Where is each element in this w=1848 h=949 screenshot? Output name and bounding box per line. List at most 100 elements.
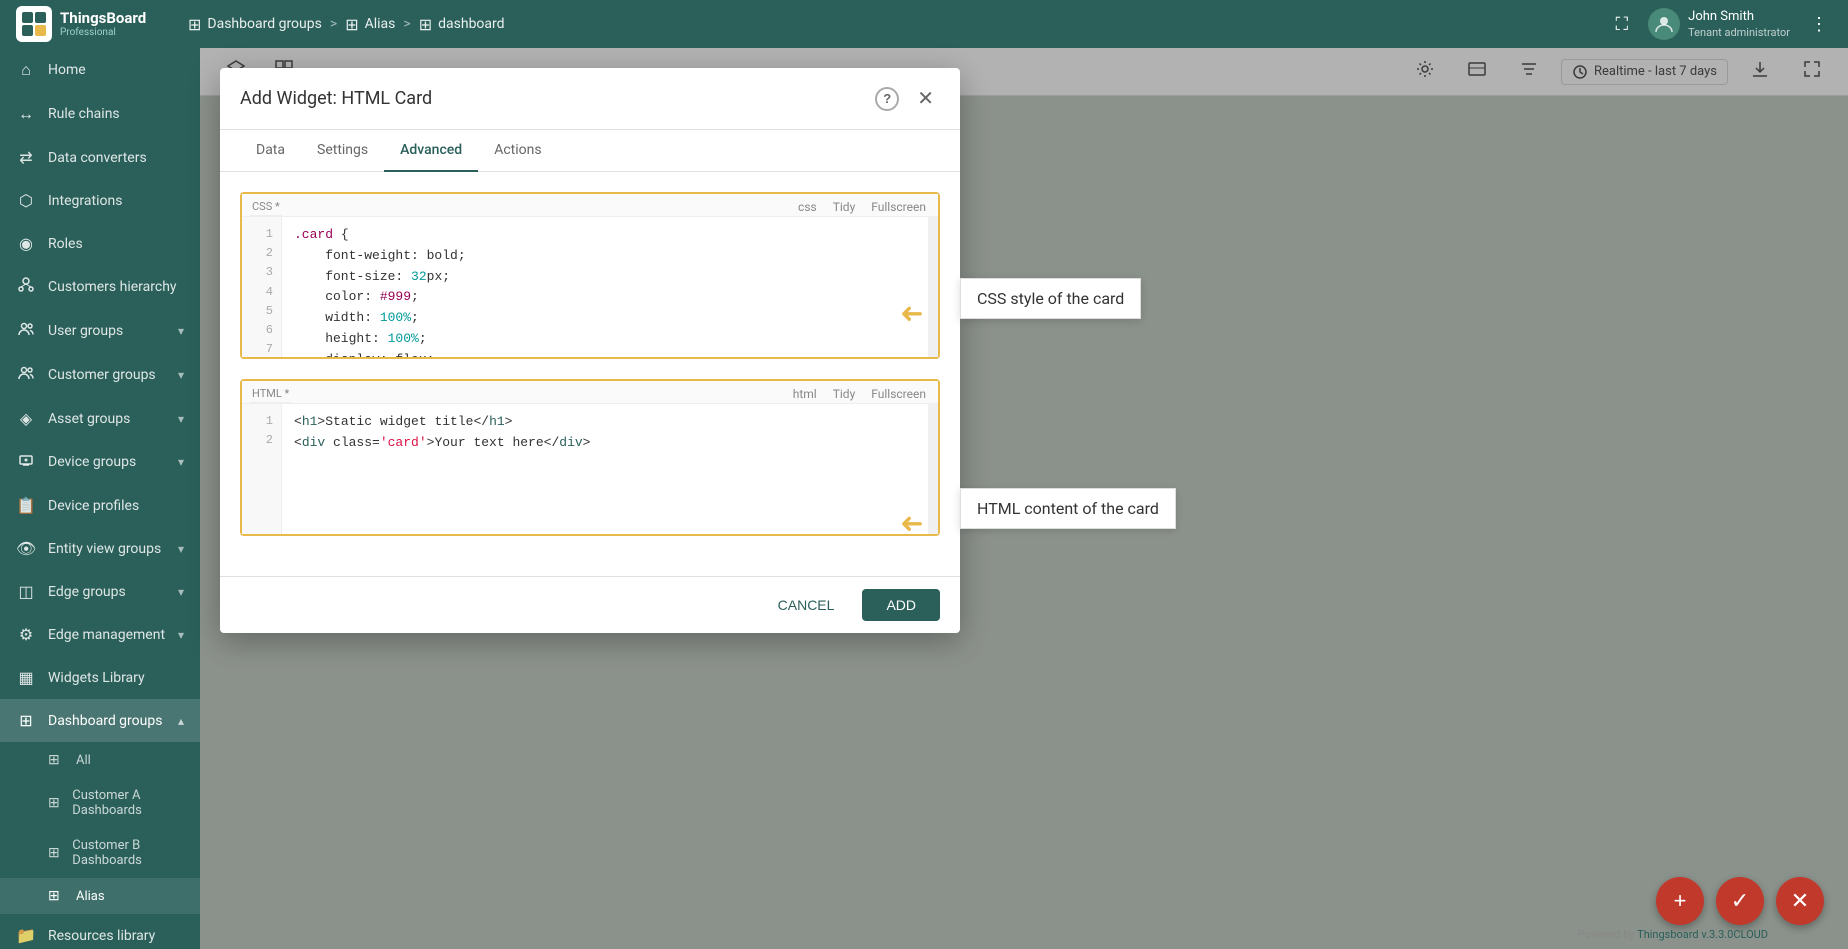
- sidebar-item-entity-view-groups[interactable]: 👁 Entity view groups ▾: [0, 527, 200, 570]
- user-name: John Smith: [1688, 9, 1790, 26]
- sidebar-label-data-converters: Data converters: [48, 150, 184, 166]
- sidebar-item-roles[interactable]: ◉ Roles: [0, 222, 200, 265]
- device-groups-icon: [16, 452, 36, 472]
- modal-body: CSS * css Tidy Fullscreen 12345 6789 .ca…: [220, 172, 960, 576]
- sidebar-sub-item-all[interactable]: ⊞ All: [0, 742, 200, 778]
- css-code-area[interactable]: 12345 6789 .card { font-weight: bold; fo…: [242, 217, 938, 357]
- tab-data[interactable]: Data: [240, 130, 301, 172]
- asset-groups-arrow: ▾: [178, 412, 184, 426]
- sidebar-item-asset-groups[interactable]: ◈ Asset groups ▾: [0, 397, 200, 440]
- nav-right: ⛶ John Smith Tenant administrator ⋮: [1612, 8, 1832, 40]
- resources-library-icon: 📁: [16, 926, 36, 945]
- sidebar-item-home[interactable]: ⌂ Home: [0, 48, 200, 92]
- breadcrumb-dashboard-label: dashboard: [438, 16, 504, 32]
- sidebar-item-device-profiles[interactable]: 📋 Device profiles: [0, 484, 200, 527]
- sidebar-item-customer-groups[interactable]: Customer groups ▾: [0, 353, 200, 397]
- tab-advanced[interactable]: Advanced: [384, 130, 478, 172]
- add-button[interactable]: Add: [862, 589, 940, 621]
- tab-actions[interactable]: Actions: [478, 130, 557, 172]
- powered-by-text: Powered by: [1578, 928, 1635, 941]
- breadcrumb-label: Dashboard groups: [207, 16, 321, 32]
- powered-by: Powered by Thingsboard v.3.3.0CLOUD: [1578, 928, 1768, 941]
- sidebar-item-user-groups[interactable]: User groups ▾: [0, 309, 200, 353]
- css-scrollbar[interactable]: [928, 217, 938, 357]
- breadcrumb-item-alias[interactable]: ⊞ Alias: [345, 15, 395, 34]
- modal-header: Add Widget: HTML Card ? ✕: [220, 68, 960, 130]
- user-details: John Smith Tenant administrator: [1688, 9, 1790, 39]
- css-fullscreen-btn[interactable]: Fullscreen: [867, 198, 930, 216]
- breadcrumb-item-dashboard-groups[interactable]: ⊞ Dashboard groups: [188, 15, 322, 34]
- sidebar-label-customers-hierarchy: Customers hierarchy: [48, 279, 184, 295]
- all-icon: ⊞: [48, 752, 66, 768]
- sidebar-label-user-groups: User groups: [48, 323, 166, 339]
- sidebar-item-resources-library[interactable]: 📁 Resources library: [0, 914, 200, 949]
- customer-b-icon: ⊞: [48, 845, 62, 861]
- css-line-numbers: 12345 6789: [242, 217, 282, 357]
- html-btn[interactable]: html: [789, 385, 821, 403]
- cancel-button[interactable]: Cancel: [762, 589, 851, 621]
- modal-overlay: Add Widget: HTML Card ? ✕ Data Settings …: [200, 48, 1848, 949]
- css-editor-section: CSS * css Tidy Fullscreen 12345 6789 .ca…: [240, 192, 940, 359]
- modal-close-btn[interactable]: ✕: [911, 84, 940, 113]
- sidebar-sub-item-customer-a[interactable]: ⊞ Customer A Dashboards: [0, 778, 200, 828]
- sidebar-label-customer-groups: Customer groups: [48, 367, 166, 383]
- alias-icon: ⊞: [345, 15, 358, 34]
- device-groups-arrow: ▾: [178, 455, 184, 469]
- sidebar-label-dashboard-groups: Dashboard groups: [48, 713, 166, 729]
- widgets-library-icon: ▦: [16, 668, 36, 687]
- sidebar-sub-label-alias: Alias: [76, 889, 105, 904]
- powered-by-link[interactable]: Thingsboard v.3.3.0CLOUD: [1637, 928, 1768, 941]
- sidebar-item-integrations[interactable]: ⬡ Integrations: [0, 179, 200, 222]
- sidebar-sub-label-all: All: [76, 753, 91, 768]
- sidebar-item-dashboard-groups[interactable]: ⊞ Dashboard groups ▴: [0, 699, 200, 742]
- fab-add-btn[interactable]: +: [1656, 877, 1704, 925]
- breadcrumb-sep-2: >: [403, 16, 410, 32]
- logo[interactable]: ThingsBoard Professional: [16, 6, 176, 42]
- css-btn[interactable]: css: [794, 198, 821, 216]
- edge-management-icon: ⚙: [16, 625, 36, 644]
- sidebar-item-widgets-library[interactable]: ▦ Widgets Library: [0, 656, 200, 699]
- more-menu-btn[interactable]: ⋮: [1806, 10, 1832, 39]
- dashboard-icon: ⊞: [419, 15, 432, 34]
- customers-hierarchy-icon: [16, 277, 36, 297]
- breadcrumb-alias-label: Alias: [365, 16, 396, 32]
- html-code-content: <h1>Static widget title</h1> <div class=…: [282, 404, 928, 534]
- html-code-area[interactable]: 12 <h1>Static widget title</h1> <div cla…: [242, 404, 938, 534]
- sidebar-item-rule-chains[interactable]: ↔ Rule chains: [0, 92, 200, 136]
- css-tidy-btn[interactable]: Tidy: [829, 198, 860, 216]
- sidebar-label-edge-groups: Edge groups: [48, 584, 166, 600]
- fab-close-btn[interactable]: ✕: [1776, 877, 1824, 925]
- sidebar-item-edge-management[interactable]: ⚙ Edge management ▾: [0, 613, 200, 656]
- breadcrumb: ⊞ Dashboard groups > ⊞ Alias > ⊞ dashboa…: [188, 15, 1600, 34]
- dashboard-groups-arrow: ▴: [178, 714, 184, 728]
- roles-icon: ◉: [16, 234, 36, 253]
- html-line-numbers: 12: [242, 404, 282, 534]
- add-widget-modal: Add Widget: HTML Card ? ✕ Data Settings …: [220, 68, 960, 633]
- fab-container: + ✓ ✕: [1656, 877, 1824, 925]
- breadcrumb-item-dashboard[interactable]: ⊞ dashboard: [419, 15, 505, 34]
- sidebar-item-edge-groups[interactable]: ◫ Edge groups ▾: [0, 570, 200, 613]
- breadcrumb-sep-1: >: [330, 16, 337, 32]
- fab-check-btn[interactable]: ✓: [1716, 877, 1764, 925]
- sidebar-label-entity-view-groups: Entity view groups: [48, 541, 166, 557]
- html-scrollbar[interactable]: [928, 404, 938, 534]
- fullscreen-btn[interactable]: ⛶: [1612, 10, 1633, 39]
- html-fullscreen-btn[interactable]: Fullscreen: [867, 385, 930, 403]
- modal-help-btn[interactable]: ?: [875, 87, 899, 111]
- sidebar-item-device-groups[interactable]: Device groups ▾: [0, 440, 200, 484]
- sidebar-label-edge-management: Edge management: [48, 627, 166, 643]
- sidebar-label-device-groups: Device groups: [48, 454, 166, 470]
- modal-tabs: Data Settings Advanced Actions: [220, 130, 960, 172]
- tab-settings[interactable]: Settings: [301, 130, 384, 172]
- html-tidy-btn[interactable]: Tidy: [829, 385, 860, 403]
- css-code-content: .card { font-weight: bold; font-size: 32…: [282, 217, 928, 357]
- sidebar-sub-item-customer-b[interactable]: ⊞ Customer B Dashboards: [0, 828, 200, 878]
- sidebar-sub-item-alias[interactable]: ⊞ Alias: [0, 878, 200, 914]
- data-converters-icon: ⇄: [16, 148, 36, 167]
- logo-brand: ThingsBoard: [60, 9, 146, 27]
- sidebar-item-customers-hierarchy[interactable]: Customers hierarchy: [0, 265, 200, 309]
- rule-chains-icon: ↔: [16, 104, 36, 124]
- logo-icon: [16, 6, 52, 42]
- sidebar-item-data-converters[interactable]: ⇄ Data converters: [0, 136, 200, 179]
- sidebar-label-resources-library: Resources library: [48, 928, 184, 944]
